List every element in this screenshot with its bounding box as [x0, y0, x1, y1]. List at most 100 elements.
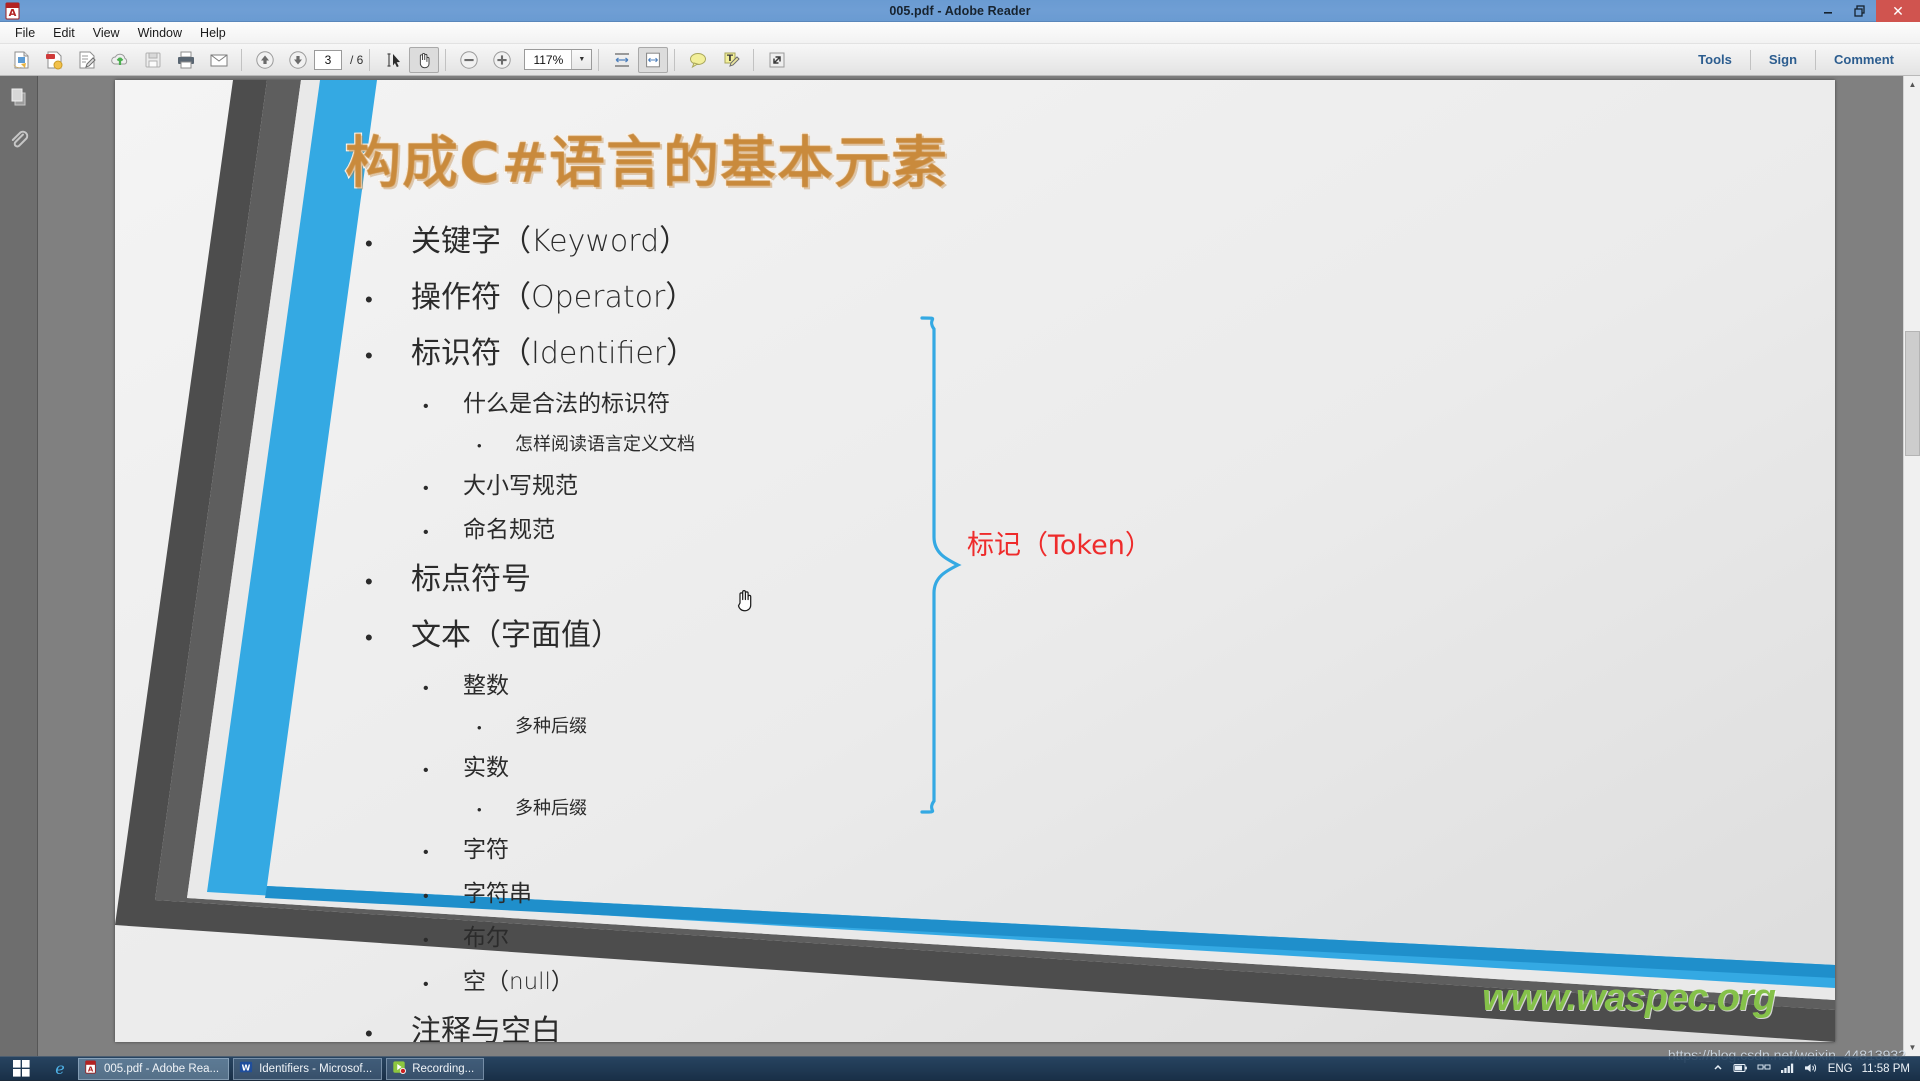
- chevron-down-icon[interactable]: ▼: [571, 50, 592, 69]
- toolbar-separator: [241, 48, 242, 71]
- close-button[interactable]: ✕: [1876, 0, 1920, 22]
- slide-bullet-level-2: • 整数: [365, 665, 1065, 709]
- print-icon[interactable]: [169, 46, 202, 74]
- slide-bullet-level-1: • 操作符（Operator）: [365, 271, 1065, 327]
- volume-icon[interactable]: [1804, 1062, 1819, 1077]
- restore-button[interactable]: [1844, 0, 1876, 22]
- fit-page-width-icon[interactable]: [605, 46, 638, 74]
- highlight-text-icon[interactable]: T: [714, 46, 747, 74]
- taskbar-item-label: Recording...: [412, 1062, 475, 1075]
- menu-item-edit[interactable]: Edit: [44, 23, 84, 43]
- slide-bullet-level-1: • 标点符号: [365, 553, 1065, 609]
- bullet-dot-icon: •: [477, 721, 482, 736]
- bullet-dot-icon: •: [423, 760, 429, 779]
- bullet-dot-icon: •: [365, 1022, 373, 1042]
- clock[interactable]: 11:58 PM: [1862, 1063, 1910, 1075]
- svg-text:W: W: [242, 1064, 251, 1073]
- slide-bullet-text: 多种后缀: [515, 716, 587, 737]
- slide-bullet-text: 什么是合法的标识符: [463, 391, 670, 417]
- slide-bullet-text: 布尔: [463, 925, 509, 951]
- page-number-input[interactable]: 3: [314, 49, 342, 70]
- slide-bullet-text: 字符: [463, 837, 509, 863]
- zoom-in-button[interactable]: [485, 46, 518, 74]
- menu-item-view[interactable]: View: [84, 23, 129, 43]
- slide-bullet-text: 整数: [463, 673, 509, 699]
- menu-item-file[interactable]: File: [6, 23, 44, 43]
- internet-explorer-icon[interactable]: e: [42, 1057, 78, 1081]
- slide-bullet-text: 大小写规范: [463, 473, 578, 499]
- comment-button[interactable]: Comment: [1816, 44, 1912, 76]
- tools-button[interactable]: Tools: [1680, 44, 1750, 76]
- upload-cloud-icon[interactable]: [103, 46, 136, 74]
- signal-icon[interactable]: [1780, 1062, 1795, 1077]
- word-icon: W: [239, 1060, 253, 1077]
- window-title: 005.pdf - Adobe Reader: [889, 4, 1031, 18]
- slide-bullet-level-3: • 多种后缀: [365, 791, 1065, 829]
- adobe-reader-icon: A: [84, 1060, 98, 1077]
- window-title-bar: A 005.pdf - Adobe Reader ✕: [0, 0, 1920, 22]
- toolbar-right-links: Tools Sign Comment: [1680, 44, 1912, 76]
- email-icon[interactable]: [202, 46, 235, 74]
- vertical-scrollbar[interactable]: ▲ ▼: [1903, 76, 1920, 1056]
- taskbar-item-recording[interactable]: Recording...: [386, 1057, 485, 1080]
- start-button-icon[interactable]: [0, 1057, 42, 1081]
- toolbar: 3 / 6 117% ▼ T Tools Sign Comment: [0, 44, 1920, 76]
- sign-button[interactable]: Sign: [1751, 44, 1815, 76]
- slide-watermark: www.waspec.org: [1482, 977, 1776, 1019]
- attachments-icon[interactable]: [0, 118, 38, 160]
- bullet-dot-icon: •: [365, 288, 373, 313]
- input-language-indicator[interactable]: ENG: [1828, 1063, 1853, 1075]
- slide-bullet-text: 多种后缀: [515, 798, 587, 819]
- menu-item-help[interactable]: Help: [191, 23, 235, 43]
- battery-icon[interactable]: [1733, 1062, 1748, 1077]
- slide-bullet-level-3: • 多种后缀: [365, 709, 1065, 747]
- scroll-down-arrow-icon[interactable]: ▼: [1904, 1039, 1920, 1056]
- select-text-icon[interactable]: [376, 46, 409, 74]
- slide-bullet-text: 标点符号: [411, 562, 531, 597]
- slide-bullet-level-2: • 什么是合法的标识符: [365, 383, 1065, 427]
- system-tray: ENG 11:58 PM: [1712, 1057, 1920, 1081]
- create-pdf-icon[interactable]: [37, 46, 70, 74]
- svg-text:e: e: [55, 1059, 64, 1078]
- taskbar-item-adobe-reader[interactable]: A 005.pdf - Adobe Rea...: [78, 1057, 230, 1080]
- fullscreen-icon[interactable]: [760, 46, 793, 74]
- slide-bullet-text: 空（null）: [463, 969, 574, 995]
- taskbar-item-word[interactable]: W Identifiers - Microsof...: [233, 1057, 383, 1080]
- fit-page-icon[interactable]: [638, 46, 669, 73]
- page-total-label: / 6: [350, 52, 364, 67]
- scroll-up-arrow-icon[interactable]: ▲: [1904, 76, 1920, 93]
- menu-bar: File Edit View Window Help: [0, 22, 1920, 44]
- zoom-level-combobox[interactable]: 117% ▼: [524, 49, 593, 70]
- slide-bullet-text: 关键字（Keyword）: [411, 224, 690, 259]
- minimize-button[interactable]: [1812, 0, 1844, 22]
- document-viewport[interactable]: 构成C#语言的基本元素 标记（Token） • 关键字（Keyword） • 操作符（…: [38, 76, 1920, 1056]
- sign-document-icon[interactable]: [70, 46, 103, 74]
- bullet-dot-icon: •: [423, 478, 429, 497]
- previous-page-button[interactable]: [248, 46, 281, 74]
- next-page-button[interactable]: [281, 46, 314, 74]
- bullet-dot-icon: •: [423, 842, 429, 861]
- toolbar-separator: [598, 48, 600, 71]
- show-hidden-icons-icon[interactable]: [1712, 1062, 1724, 1077]
- bullet-dot-icon: •: [477, 439, 482, 454]
- save-icon[interactable]: [136, 46, 169, 74]
- slide-bullet-level-2: • 字符: [365, 829, 1065, 873]
- menu-item-window[interactable]: Window: [129, 23, 191, 43]
- network-icon[interactable]: [1757, 1062, 1771, 1077]
- slide-bullet-level-2: • 大小写规范: [365, 465, 1065, 509]
- mouse-cursor-hand-icon: [733, 585, 759, 620]
- hand-tool-icon[interactable]: [409, 46, 440, 73]
- slide-title-text: 构成C#语言的基本元素: [344, 130, 949, 197]
- slide-bullet-level-3: • 怎样阅读语言定义文档: [365, 427, 1065, 465]
- open-file-icon[interactable]: [4, 46, 37, 74]
- slide-bullet-text: 标识符（Identifier）: [411, 336, 697, 371]
- scrollbar-thumb[interactable]: [1905, 331, 1920, 456]
- taskbar-item-label: 005.pdf - Adobe Rea...: [104, 1062, 220, 1075]
- slide-bullet-text: 怎样阅读语言定义文档: [515, 434, 695, 455]
- page-thumbnails-icon[interactable]: [0, 76, 38, 118]
- zoom-out-button[interactable]: [452, 46, 485, 74]
- slide-bullet-list: • 关键字（Keyword） • 操作符（Operator） • 标识符（Identifi…: [365, 215, 1065, 1042]
- sticky-note-icon[interactable]: [681, 46, 714, 74]
- bullet-dot-icon: •: [423, 678, 429, 697]
- bullet-dot-icon: •: [365, 626, 373, 651]
